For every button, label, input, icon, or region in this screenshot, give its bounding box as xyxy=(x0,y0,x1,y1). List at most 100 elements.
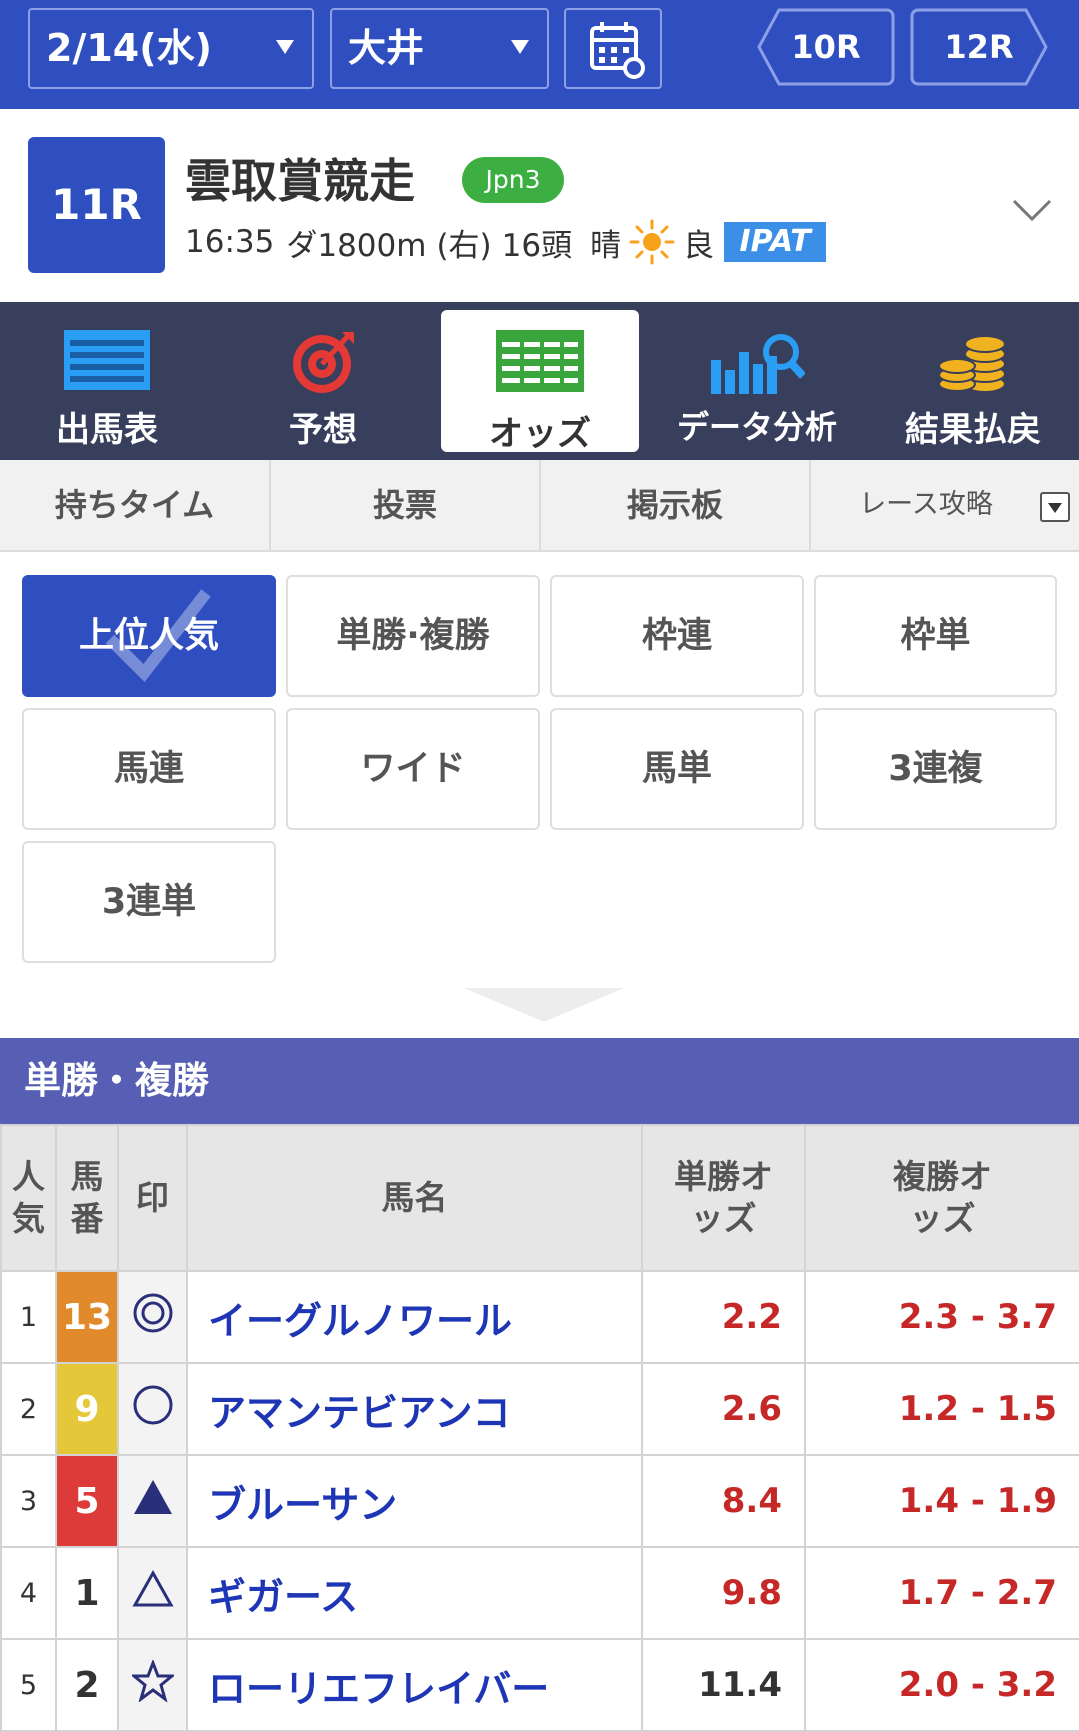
popularity-rank: 3 xyxy=(0,1454,57,1548)
next-race-button[interactable]: 12R xyxy=(910,8,1048,86)
col-umaban[interactable]: 馬番 xyxy=(55,1124,119,1272)
table-header-row: 人気 馬番 印 馬名 単勝オッズ 複勝オッズ xyxy=(0,1124,1079,1272)
odds-table-icon xyxy=(496,330,584,392)
mark-cell[interactable] xyxy=(117,1454,188,1548)
bet-type-win-place[interactable]: 単勝·複勝 xyxy=(286,575,540,697)
popularity-rank: 1 xyxy=(0,1270,57,1364)
win-odds: 8.4 xyxy=(641,1454,806,1548)
nav-label: オッズ xyxy=(489,414,591,454)
bet-type-bracket-exacta[interactable]: 枠単 xyxy=(814,575,1057,697)
horse-name-link[interactable]: アマンテビアンコ xyxy=(186,1362,643,1456)
bet-type-label: 枠連 xyxy=(641,616,712,656)
star-icon xyxy=(129,1658,176,1703)
table-row[interactable]: 3 5 ブルーサン 8.4 1.4 - 1.9 xyxy=(0,1454,1079,1548)
win-odds: 11.4 xyxy=(641,1638,806,1732)
bet-type-label: ワイド xyxy=(360,749,466,789)
target-icon xyxy=(293,332,354,393)
going-label: 良 xyxy=(683,227,715,264)
col-place-odds[interactable]: 複勝オッズ xyxy=(804,1124,1079,1272)
table-row[interactable]: 2 9 アマンテビアンコ 2.6 1.2 - 1.5 xyxy=(0,1362,1079,1456)
popularity-rank: 4 xyxy=(0,1546,57,1640)
triangle-icon xyxy=(131,1569,174,1607)
bet-type-trio[interactable]: 3連複 xyxy=(814,708,1057,830)
mark-cell[interactable] xyxy=(117,1546,188,1640)
horse-name-link[interactable]: ブルーサン xyxy=(186,1454,643,1548)
table-row[interactable]: 5 2 ローリエフレイバー 11.4 2.0 - 3.2 xyxy=(0,1638,1079,1732)
calendar-button[interactable] xyxy=(564,8,662,89)
next-race-label: 12R xyxy=(944,28,1014,66)
race-direction: (右) xyxy=(436,227,492,264)
filled-triangle-icon xyxy=(133,1480,172,1514)
mark-cell[interactable] xyxy=(117,1270,188,1364)
table-row[interactable]: 4 1 ギガース 9.8 1.7 - 2.7 xyxy=(0,1546,1079,1640)
nav-results[interactable]: 結果払戻 xyxy=(874,310,1072,452)
tab-race-strategy[interactable]: レース攻略 xyxy=(811,460,1041,550)
data-analysis-icon xyxy=(711,334,805,394)
double-circle-icon xyxy=(133,1293,172,1333)
horse-number: 9 xyxy=(55,1362,119,1456)
date-select[interactable]: 2/14(水) xyxy=(28,8,314,89)
win-odds: 2.2 xyxy=(641,1270,806,1364)
horse-name-link[interactable]: イーグルノワール xyxy=(186,1270,643,1364)
chevron-down-icon xyxy=(276,40,294,54)
tab-board[interactable]: 掲示板 xyxy=(541,460,811,550)
race-runners: 16頭 xyxy=(501,227,573,264)
nav-label: 出馬表 xyxy=(56,410,158,450)
popularity-rank: 2 xyxy=(0,1362,57,1456)
col-rank[interactable]: 人気 xyxy=(0,1124,57,1272)
bet-type-label: 単勝·複勝 xyxy=(336,616,490,656)
track-select[interactable]: 大井 xyxy=(330,8,549,89)
col-mark: 印 xyxy=(117,1124,188,1272)
date-select-value: 2/14(水) xyxy=(46,26,212,70)
nav-prediction[interactable]: 予想 xyxy=(224,310,422,452)
calendar-icon xyxy=(590,22,645,79)
mark-cell[interactable] xyxy=(117,1638,188,1732)
weather-label: 晴 xyxy=(590,227,622,264)
horse-number: 1 xyxy=(55,1546,119,1640)
top-bar: 2/14(水) 大井 10R 12R xyxy=(0,0,1079,109)
bet-type-label: 上位人気 xyxy=(78,616,219,656)
collapse-indicator-icon xyxy=(464,988,624,1022)
bet-type-bracket-quinella[interactable]: 枠連 xyxy=(550,575,804,697)
chevron-down-icon[interactable] xyxy=(1010,189,1054,233)
sun-icon xyxy=(629,219,675,265)
place-odds: 2.0 - 3.2 xyxy=(804,1638,1079,1732)
bet-type-wide[interactable]: ワイド xyxy=(286,708,540,830)
track-select-value: 大井 xyxy=(348,26,425,70)
mark-cell[interactable] xyxy=(117,1362,188,1456)
tab-holding-time[interactable]: 持ちタイム xyxy=(0,460,271,550)
race-card-icon xyxy=(64,330,150,390)
bet-type-label: 馬単 xyxy=(641,749,712,789)
dropdown-toggle-icon[interactable] xyxy=(1040,492,1070,522)
horse-name-link[interactable]: ギガース xyxy=(186,1546,643,1640)
table-row[interactable]: 1 13 イーグルノワール 2.2 2.3 - 3.7 xyxy=(0,1270,1079,1364)
horse-name-link[interactable]: ローリエフレイバー xyxy=(186,1638,643,1732)
bet-type-popular[interactable]: 上位人気 xyxy=(22,575,276,697)
place-odds: 2.3 - 3.7 xyxy=(804,1270,1079,1364)
odds-table: 人気 馬番 印 馬名 単勝オッズ 複勝オッズ 1 13 イーグルノワール 2.2… xyxy=(0,1124,1079,1732)
nav-odds[interactable]: オッズ xyxy=(441,310,639,454)
nav-data-analysis[interactable]: データ分析 xyxy=(658,310,856,452)
nav-race-card[interactable]: 出馬表 xyxy=(8,310,206,452)
race-number-badge: 11R xyxy=(28,137,165,273)
horse-number: 5 xyxy=(55,1454,119,1548)
horse-number: 2 xyxy=(55,1638,119,1732)
circle-icon xyxy=(133,1385,172,1425)
bet-type-exacta[interactable]: 馬単 xyxy=(550,708,804,830)
col-win-odds[interactable]: 単勝オッズ xyxy=(641,1124,806,1272)
race-info: 16:35 ダ1800m (右) 16頭 晴 良 IPAT xyxy=(185,219,827,265)
race-course: ダ1800m xyxy=(286,227,427,264)
race-header: 11R 雲取賞競走 Jpn3 16:35 ダ1800m (右) 16頭 晴 良 … xyxy=(0,109,1079,302)
bet-type-quinella[interactable]: 馬連 xyxy=(22,708,276,830)
tab-vote[interactable]: 投票 xyxy=(271,460,541,550)
ipat-badge[interactable]: IPAT xyxy=(724,222,827,262)
prev-race-button[interactable]: 10R xyxy=(757,8,895,86)
win-odds: 2.6 xyxy=(641,1362,806,1456)
sub-tabs: 持ちタイム 投票 掲示板 レース攻略 xyxy=(0,460,1079,552)
col-horse-name: 馬名 xyxy=(186,1124,643,1272)
bet-type-trifecta[interactable]: 3連単 xyxy=(22,841,276,963)
main-nav: 出馬表 予想 オッズ データ分析 結果払戻 xyxy=(0,302,1079,460)
grade-badge: Jpn3 xyxy=(462,157,564,203)
win-odds: 9.8 xyxy=(641,1546,806,1640)
nav-label: データ分析 xyxy=(676,408,837,446)
